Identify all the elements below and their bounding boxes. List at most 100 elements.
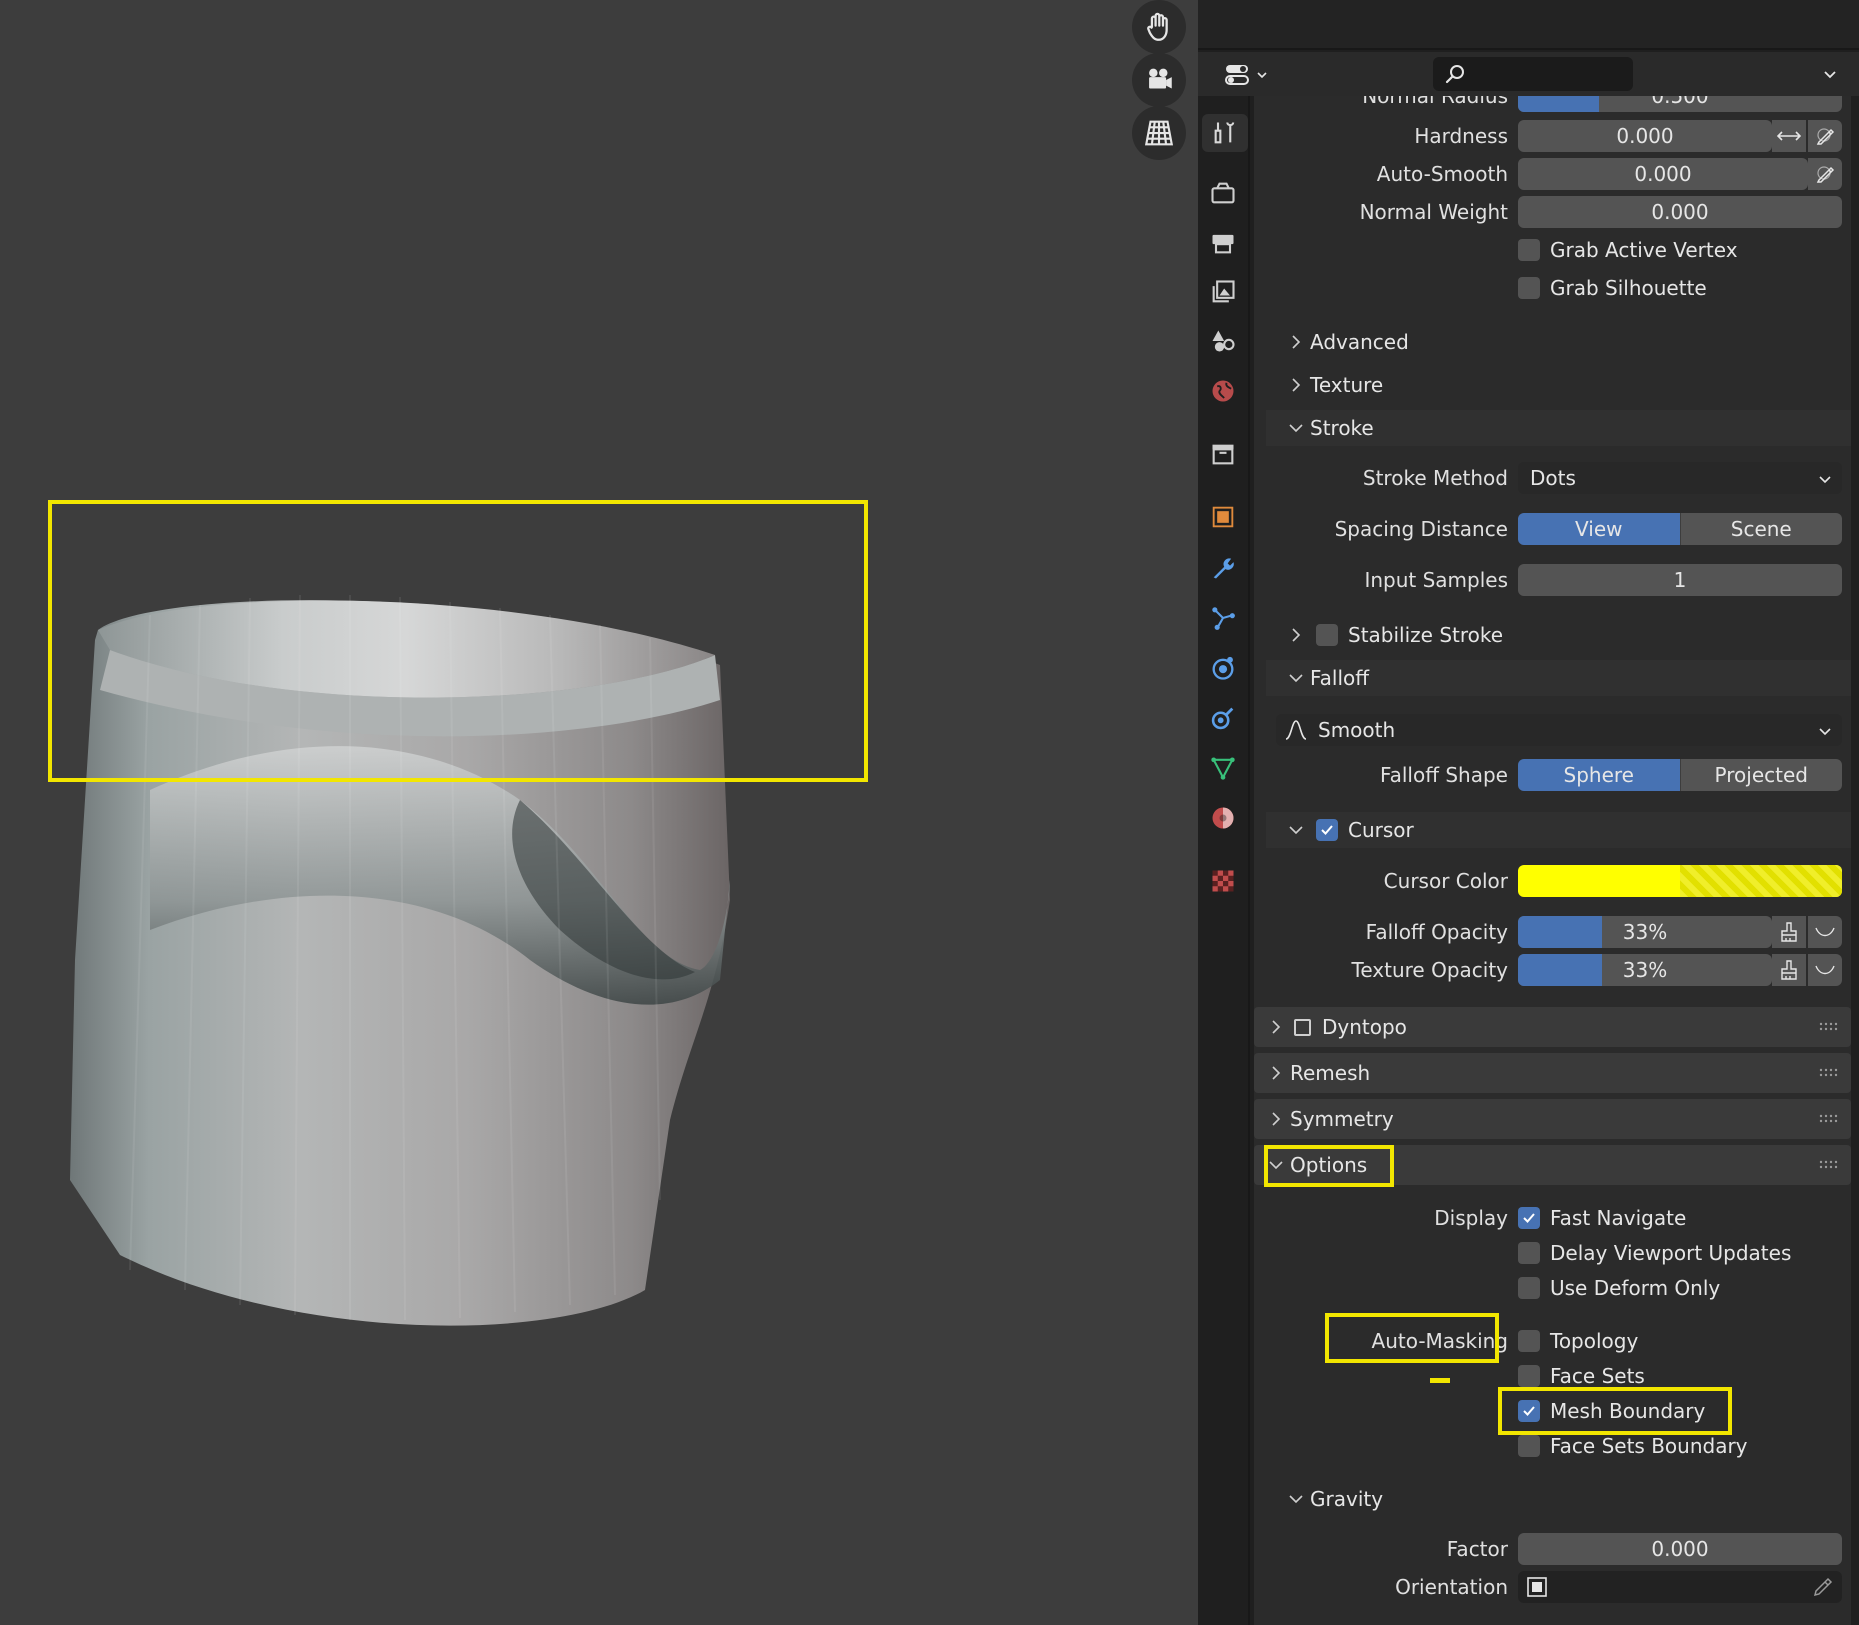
tab-particles[interactable]	[1204, 599, 1242, 637]
falloff-shape-toggle: Sphere Projected	[1518, 759, 1842, 791]
checkbox-box	[1518, 1242, 1540, 1264]
falloff-opacity-row: Falloff Opacity 33%	[1254, 916, 1851, 948]
topology-checkbox[interactable]: Topology	[1254, 1325, 1851, 1357]
gravity-factor-row: Factor 0.000	[1254, 1533, 1851, 1565]
properties-editor: Normal Radius 0.500 Hardness 0.000 Auto-…	[1198, 0, 1859, 1625]
spacing-distance-row: Spacing Distance View Scene	[1254, 513, 1851, 545]
panel-options[interactable]: Options	[1254, 1145, 1851, 1185]
normal-radius-label: Normal Radius	[1362, 96, 1508, 108]
gravity-factor-field[interactable]: 0.000	[1518, 1533, 1842, 1565]
normal-weight-field[interactable]: 0.000	[1518, 196, 1842, 228]
hardness-row: Hardness 0.000	[1254, 120, 1851, 152]
grab-silhouette-checkbox[interactable]: Grab Silhouette	[1254, 272, 1851, 304]
3d-viewport[interactable]	[0, 0, 1198, 1625]
curve-icon[interactable]	[1808, 916, 1842, 948]
falloff-shape-label: Falloff Shape	[1379, 763, 1508, 787]
use-deform-only-checkbox[interactable]: Use Deform Only	[1254, 1272, 1851, 1304]
tab-world[interactable]	[1204, 372, 1242, 410]
constraints-icon	[1211, 707, 1234, 730]
delay-viewport-updates-checkbox[interactable]: Delay Viewport Updates	[1254, 1237, 1851, 1269]
options-dropdown-button[interactable]	[1815, 62, 1845, 88]
falloff-opacity-slider[interactable]: 33%	[1518, 916, 1772, 948]
material-icon	[1212, 807, 1234, 829]
cursor-color-label: Cursor Color	[1383, 869, 1508, 893]
search-icon	[1445, 65, 1464, 84]
input-samples-label: Input Samples	[1364, 568, 1508, 592]
tab-material[interactable]	[1204, 799, 1242, 837]
face-sets-boundary-checkbox[interactable]: Face Sets Boundary	[1254, 1430, 1851, 1462]
eyedropper-icon[interactable]	[1812, 1576, 1834, 1598]
checkmark-icon	[1523, 1213, 1535, 1223]
pressure-pen-icon[interactable]	[1808, 120, 1842, 152]
search-field[interactable]	[1433, 57, 1633, 91]
subpanel-stabilize-stroke[interactable]: Stabilize Stroke	[1266, 617, 1846, 653]
drag-grip-icon[interactable]	[1819, 1021, 1839, 1033]
cylinder-mesh	[70, 594, 730, 1326]
subpanel-gravity[interactable]: Gravity	[1266, 1481, 1846, 1517]
stabilize-stroke-checkbox[interactable]	[1316, 624, 1338, 646]
auto-smooth-field[interactable]: 0.000	[1518, 158, 1808, 190]
input-samples-field[interactable]: 1	[1518, 564, 1842, 596]
spacing-scene-option[interactable]: Scene	[1679, 513, 1842, 545]
hand-pan-icon[interactable]	[1132, 0, 1186, 54]
tab-texture[interactable]	[1204, 862, 1242, 900]
tab-data[interactable]	[1204, 749, 1242, 787]
subpanel-advanced[interactable]: Advanced	[1266, 324, 1846, 360]
search-input[interactable]	[1475, 62, 1625, 86]
perspective-grid-icon[interactable]	[1132, 106, 1186, 160]
tab-physics[interactable]	[1204, 649, 1242, 687]
hardness-field[interactable]: 0.000	[1518, 120, 1772, 152]
texture-opacity-slider[interactable]: 33%	[1518, 954, 1772, 986]
checkbox-box	[1518, 239, 1540, 261]
panel-remesh[interactable]: Remesh	[1254, 1053, 1851, 1093]
stroke-method-dropdown[interactable]: Dots	[1518, 462, 1842, 494]
stroke-method-label: Stroke Method	[1362, 466, 1508, 490]
normal-radius-slider[interactable]: 0.500	[1518, 96, 1842, 112]
drag-grip-icon[interactable]	[1819, 1159, 1839, 1171]
spacing-view-option[interactable]: View	[1518, 513, 1680, 545]
tab-constraints[interactable]	[1204, 699, 1242, 737]
normal-weight-row: Normal Weight 0.000	[1254, 196, 1851, 228]
tab-modifiers[interactable]	[1204, 549, 1242, 587]
subpanel-texture[interactable]: Texture	[1266, 367, 1846, 403]
tab-render[interactable]	[1204, 174, 1242, 212]
texture-opacity-label: Texture Opacity	[1351, 958, 1509, 982]
editor-type-button[interactable]	[1220, 58, 1272, 92]
tab-view-layer[interactable]	[1204, 273, 1242, 311]
tab-tool[interactable]	[1202, 114, 1248, 152]
properties-panel: Normal Radius 0.500 Hardness 0.000 Auto-…	[1254, 96, 1851, 1625]
collection-icon	[1212, 444, 1234, 465]
subpanel-stroke[interactable]: Stroke	[1266, 410, 1846, 446]
grab-active-vertex-checkbox[interactable]: Grab Active Vertex	[1254, 234, 1851, 266]
pressure-pen-icon[interactable]	[1808, 158, 1842, 190]
world-icon	[1212, 380, 1234, 402]
fast-navigate-checkbox[interactable]: Fast Navigate	[1254, 1202, 1851, 1234]
chevron-down-icon	[1289, 826, 1303, 835]
drag-grip-icon[interactable]	[1819, 1113, 1839, 1125]
tab-scene[interactable]	[1204, 322, 1242, 360]
tab-output[interactable]	[1204, 224, 1242, 262]
camera-view-icon[interactable]	[1132, 53, 1186, 107]
invert-arrows-icon[interactable]	[1772, 120, 1806, 152]
brush-stroke-icon[interactable]	[1772, 954, 1806, 986]
panel-dyntopo[interactable]: Dyntopo	[1254, 1007, 1851, 1047]
drag-grip-icon[interactable]	[1819, 1067, 1839, 1079]
cursor-color-swatch[interactable]	[1518, 865, 1842, 897]
falloff-curve-dropdown[interactable]: Smooth	[1276, 714, 1842, 746]
panel-symmetry[interactable]: Symmetry	[1254, 1099, 1851, 1139]
falloff-sphere-option[interactable]: Sphere	[1518, 759, 1680, 791]
orientation-object-field[interactable]	[1518, 1571, 1842, 1603]
subpanel-cursor[interactable]: Cursor	[1266, 812, 1846, 848]
tab-object[interactable]	[1204, 498, 1242, 536]
mesh-boundary-checkbox[interactable]: Mesh Boundary	[1254, 1395, 1851, 1427]
face-sets-checkbox[interactable]: Face Sets	[1254, 1360, 1851, 1392]
object-icon	[1212, 506, 1234, 528]
tab-collection[interactable]	[1204, 435, 1242, 473]
subpanel-falloff[interactable]: Falloff	[1266, 660, 1846, 696]
dyntopo-checkbox[interactable]	[1294, 1019, 1311, 1036]
curve-icon[interactable]	[1808, 954, 1842, 986]
falloff-projected-option[interactable]: Projected	[1679, 759, 1842, 791]
chevron-down-icon	[1289, 1495, 1303, 1504]
brush-stroke-icon[interactable]	[1772, 916, 1806, 948]
cursor-checkbox[interactable]	[1316, 819, 1338, 841]
